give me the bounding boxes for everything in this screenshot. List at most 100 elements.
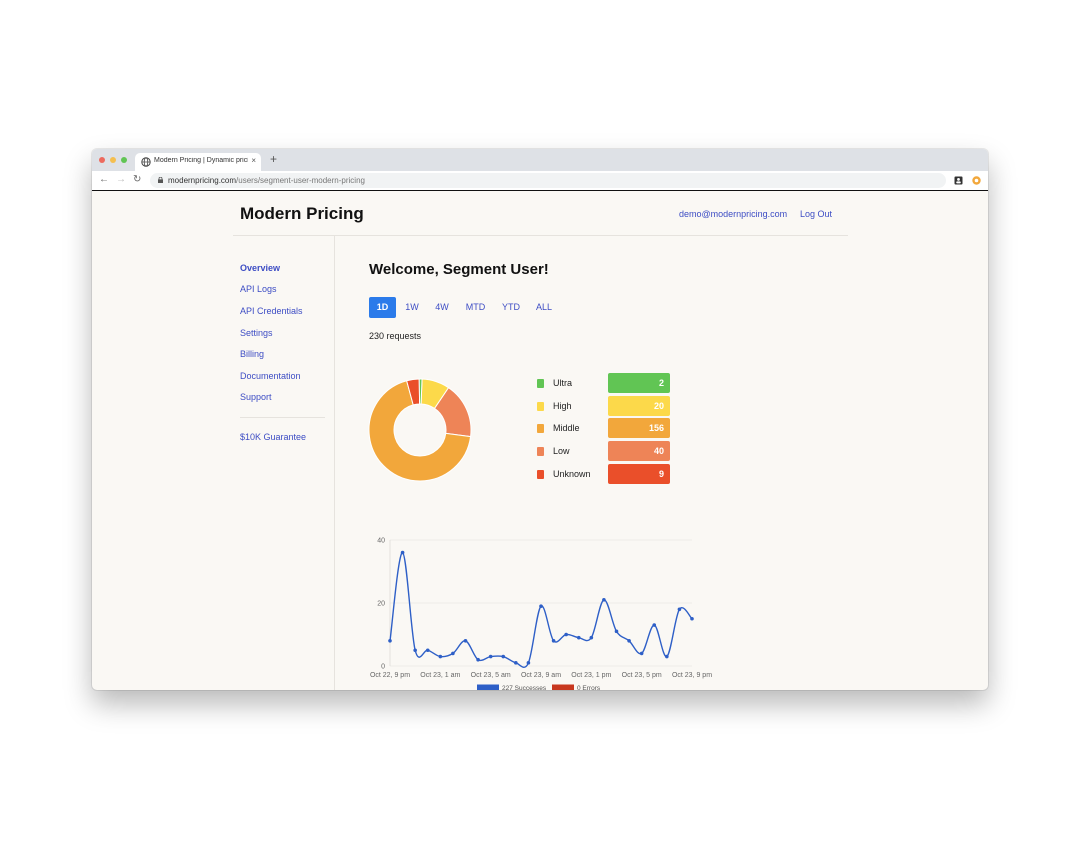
extension-icon[interactable]: [972, 176, 981, 185]
url-text: modernpricing.com/users/segment-user-mod…: [168, 176, 365, 185]
sidebar-item-guarantee[interactable]: $10K Guarantee: [240, 432, 306, 442]
successes-data-point: [388, 639, 392, 643]
successes-data-point: [438, 654, 443, 659]
sidebar-item-support[interactable]: Support: [240, 392, 272, 402]
successes-data-point: [514, 661, 518, 665]
url-path: /users/segment-user-modern-pricing: [236, 176, 365, 185]
range-ytd-button[interactable]: YTD: [499, 297, 523, 318]
legend-label-middle: Middle: [553, 423, 580, 434]
successes-data-point: [400, 550, 405, 555]
successes-series-line: [389, 551, 693, 668]
successes-data-point: [639, 651, 644, 656]
donut-slice-ultra: [418, 378, 423, 405]
url-host: modernpricing.com: [168, 176, 237, 185]
contact-card-icon[interactable]: [954, 176, 963, 185]
tab-strip: Modern Pricing | Dynamic pricing × +: [92, 149, 988, 171]
legend-label-high: High: [553, 400, 572, 411]
legend-label-unknown: Unknown: [553, 468, 591, 479]
sidebar-separator: [240, 417, 325, 418]
successes-data-point: [627, 639, 631, 643]
chart-legend-swatch: [552, 684, 574, 690]
successes-data-point: [425, 648, 430, 653]
range-all-button[interactable]: ALL: [533, 297, 555, 318]
account-email-link[interactable]: demo@modernpricing.com: [679, 209, 787, 219]
legend-count-high: 20: [608, 395, 670, 416]
successes-data-point: [665, 654, 669, 659]
x-tick-label: Oct 23, 1 am: [420, 672, 460, 679]
legend-label-ultra: Ultra: [553, 378, 573, 388]
legend-label-low: Low: [553, 446, 570, 457]
sidebar-item-api-credentials[interactable]: API Credentials: [240, 306, 303, 316]
range-1d-button[interactable]: 1D: [369, 297, 396, 318]
address-bar[interactable]: modernpricing.com/users/segment-user-mod…: [150, 173, 946, 188]
successes-data-point: [677, 607, 682, 612]
legend-swatch-unknown: [537, 469, 544, 479]
globe-icon: [141, 157, 151, 167]
successes-data-point: [476, 657, 480, 662]
successes-data-point: [488, 654, 493, 659]
successes-data-point: [564, 632, 568, 637]
successes-data-point: [551, 639, 556, 643]
legend-count-low: 40: [608, 441, 670, 462]
legend-count-middle: 156: [608, 418, 670, 439]
page-title: Welcome, Segment User!: [369, 261, 549, 278]
sidebar-item-settings[interactable]: Settings: [240, 328, 273, 338]
y-tick-label: 40: [377, 538, 385, 545]
successes-data-point: [614, 629, 619, 634]
legend-count-unknown: 9: [608, 463, 670, 484]
maximize-window-button[interactable]: [121, 157, 127, 163]
successes-data-point: [413, 648, 417, 653]
x-tick-label: Oct 23, 1 pm: [571, 672, 611, 679]
minimize-window-button[interactable]: [110, 157, 116, 163]
successes-data-point: [652, 623, 657, 627]
successes-data-point: [526, 661, 531, 665]
x-tick-label: Oct 22, 9 pm: [370, 672, 410, 679]
requests-line-chart: 0 20 40 Oct 22, 9 pm Oct 23, 1 am Oct 23, 5 a…: [370, 538, 712, 690]
sidebar-item-billing[interactable]: Billing: [240, 349, 264, 359]
y-tick-label: 0: [381, 664, 385, 671]
logout-link[interactable]: Log Out: [800, 209, 832, 219]
legend-swatch-ultra: [537, 379, 544, 388]
successes-data-point: [463, 639, 468, 643]
forward-icon[interactable]: →: [116, 174, 126, 186]
legend-count-ultra: 2: [608, 373, 670, 393]
page-content: Modern Pricing demo@modernpricing.com Lo…: [92, 192, 988, 690]
successes-data-point: [451, 651, 455, 656]
brand-title[interactable]: Modern Pricing: [240, 204, 364, 224]
x-tick-label: Oct 23, 9 pm: [672, 672, 712, 679]
request-count: 230 requests: [369, 331, 422, 341]
range-1w-button[interactable]: 1W: [402, 297, 422, 318]
chart-legend-label: 227 Successes: [502, 685, 547, 690]
successes-data-point: [501, 654, 506, 659]
sidebar-item-api-logs[interactable]: API Logs: [240, 284, 277, 294]
close-window-button[interactable]: [99, 157, 105, 163]
y-tick-label: 20: [377, 601, 385, 608]
header-divider: [233, 235, 848, 236]
browser-window: Modern Pricing | Dynamic pricing × + ← →…: [92, 149, 988, 690]
chart-legend-swatch: [477, 684, 499, 690]
chart-legend-label: 0 Errors: [577, 685, 601, 690]
legend-swatch-low: [537, 447, 544, 457]
tab-title: Modern Pricing | Dynamic pricing: [154, 157, 248, 164]
legend-swatch-high: [537, 401, 544, 411]
new-tab-button[interactable]: +: [270, 153, 277, 165]
reload-icon[interactable]: ↻: [133, 174, 141, 186]
tab-close-icon[interactable]: ×: [251, 156, 256, 165]
x-tick-label: Oct 23, 9 am: [521, 672, 561, 679]
successes-data-point: [602, 598, 606, 602]
x-tick-label: Oct 23, 5 am: [471, 672, 511, 679]
successes-data-point: [690, 616, 694, 621]
sidebar-item-overview[interactable]: Overview: [240, 263, 280, 273]
successes-data-point: [539, 604, 543, 608]
sidebar-item-documentation[interactable]: Documentation: [240, 371, 301, 381]
successes-data-point: [589, 635, 594, 640]
back-icon[interactable]: ←: [99, 174, 109, 186]
legend-swatch-middle: [537, 424, 544, 434]
browser-toolbar: ← → ↻ modernpricing.com/users/segment-us…: [92, 171, 988, 191]
range-4w-button[interactable]: 4W: [432, 297, 452, 318]
tier-donut-chart: [368, 378, 472, 482]
browser-tab[interactable]: Modern Pricing | Dynamic pricing ×: [135, 153, 261, 171]
lock-icon: [158, 177, 163, 183]
sidebar-divider: [334, 236, 335, 690]
range-mtd-button[interactable]: MTD: [463, 297, 488, 318]
